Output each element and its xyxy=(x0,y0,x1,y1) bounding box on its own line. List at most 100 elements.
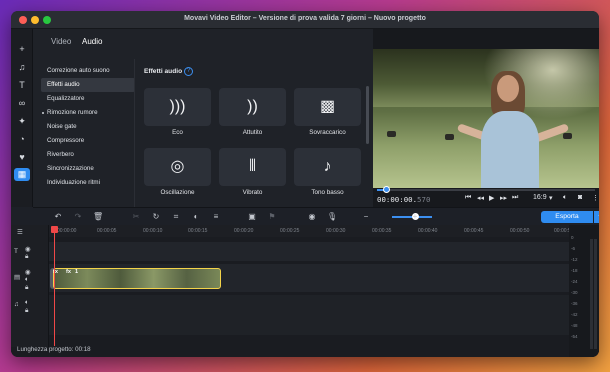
ruler-tick: 00:00:50 xyxy=(510,228,530,234)
text-icon[interactable]: T xyxy=(14,79,30,92)
effect-tile-oscillazione[interactable]: ◎ xyxy=(144,148,211,186)
playhead[interactable] xyxy=(54,228,55,346)
timecode: 00:00:00.570 xyxy=(377,195,430,204)
meter-label: -18 xyxy=(571,268,578,273)
edit-toolbar: ↶ ↷ 🗑︎ ✂ ↻ ⌗ ◐ ≡ ▣ ⚑ ◉ 🎙︎ − + Esporta ▾ xyxy=(33,207,599,225)
text-track[interactable] xyxy=(49,242,569,261)
ruler-tick: 00:00:00 xyxy=(57,228,77,234)
effect-tile-attutito[interactable]: )) xyxy=(219,88,286,126)
ruler-tick: 00:00:45 xyxy=(464,228,484,234)
cut-icon[interactable]: ✂ xyxy=(131,212,141,221)
time-ruler[interactable]: 00:00:00 00:00:05 00:00:10 00:00:15 00:0… xyxy=(49,225,573,237)
undo-icon[interactable]: ↶ xyxy=(53,212,63,221)
help-icon[interactable]: ? xyxy=(184,67,193,76)
progress-knob[interactable] xyxy=(382,186,390,193)
category-list: Correzione auto suono Effetti audio Equa… xyxy=(41,64,135,190)
category-item[interactable]: Individuazione ritmi xyxy=(41,176,135,190)
microphone-icon[interactable]: 🎙︎ xyxy=(327,212,337,221)
category-item[interactable]: Sincronizzazione xyxy=(41,162,135,176)
video-clip-selected[interactable] xyxy=(53,268,221,289)
eye-icon[interactable]: ◉ xyxy=(25,245,31,253)
ruler-tick: 00:00:40 xyxy=(418,228,438,234)
effects-title: Effetti audio xyxy=(144,68,183,75)
lock-icon[interactable]: 🔒︎ xyxy=(25,284,28,292)
effects-icon[interactable]: ✦ xyxy=(14,115,30,128)
text-track-icon: T xyxy=(14,248,18,255)
aspect-ratio-select[interactable]: 16:9 xyxy=(533,194,547,201)
effect-label: Eco xyxy=(172,129,183,136)
step-forward-icon[interactable]: ▸▸ xyxy=(500,194,507,202)
redo-icon[interactable]: ↷ xyxy=(73,212,83,221)
left-toolbar: + ♫ T ∞ ✦ ◔ ♥ ▦ xyxy=(11,29,33,207)
vibrato-icon: ⦀ xyxy=(248,158,257,175)
category-label: Effetti audio xyxy=(47,81,80,88)
rotate-icon[interactable]: ↻ xyxy=(151,212,161,221)
skip-start-icon[interactable]: ⏮ xyxy=(465,194,471,202)
category-item[interactable]: Effetti audio xyxy=(41,78,135,92)
low-tone-icon: ♪ xyxy=(323,158,332,175)
oscillation-icon: ◎ xyxy=(170,158,185,175)
track-settings-icon[interactable]: ☰ xyxy=(17,228,23,236)
lock-icon[interactable]: 🔒︎ xyxy=(25,307,28,315)
effect-tile-tono-basso[interactable]: ♪ xyxy=(294,148,361,186)
clip-properties-icon[interactable]: ≡ xyxy=(211,212,221,221)
category-item[interactable]: Correzione auto suono xyxy=(41,64,135,78)
effect-label: Attutito xyxy=(242,129,263,136)
category-item[interactable]: Equalizzatore xyxy=(41,92,135,106)
video-preview[interactable] xyxy=(373,49,599,188)
transition-icon[interactable]: ∞ xyxy=(14,97,30,110)
zoom-out-icon[interactable]: − xyxy=(361,212,371,221)
category-label: Correzione auto suono xyxy=(47,67,110,74)
playback-progress[interactable] xyxy=(377,186,595,193)
snapshot-icon[interactable]: ◙ xyxy=(578,194,582,201)
speaker-icon[interactable]: 🔈︎ xyxy=(25,276,29,284)
color-adjust-icon[interactable]: ◐ xyxy=(191,212,201,221)
dot-icon xyxy=(42,112,44,114)
category-item[interactable]: Compressore xyxy=(41,134,135,148)
speaker-icon[interactable]: 🔈︎ xyxy=(25,299,29,307)
volume-icon[interactable]: 🔈︎ xyxy=(563,194,567,202)
audio-track[interactable] xyxy=(49,295,569,335)
plus-icon[interactable]: + xyxy=(14,43,30,56)
lock-icon[interactable]: 🔒︎ xyxy=(25,253,28,261)
preview-panel: 00:00:00.570 ⏮ ◂◂ ▶ ▸▸ ⏭ 16:9 ▾ 🔈︎ ◙ ⋮ xyxy=(373,29,599,207)
marker-icon[interactable]: ⚑ xyxy=(267,212,277,221)
tab-audio[interactable]: Audio xyxy=(82,37,102,46)
effect-tile-sovraccarico[interactable]: ▩ xyxy=(294,88,361,126)
overdrive-icon: ▩ xyxy=(319,98,336,115)
crop-icon[interactable]: ⌗ xyxy=(171,212,181,222)
step-back-icon[interactable]: ◂◂ xyxy=(477,194,484,202)
category-item[interactable]: Rimozione rumore xyxy=(41,106,135,120)
play-icon[interactable]: ▶ xyxy=(489,194,494,202)
ruler-tick: 00:00:30 xyxy=(326,228,346,234)
zoom-in-icon[interactable]: + xyxy=(410,212,420,221)
category-item[interactable]: Riverbero xyxy=(41,148,135,162)
eye-icon[interactable]: ◉ xyxy=(25,268,31,276)
effect-tile-vibrato[interactable]: ⦀ xyxy=(219,148,286,186)
audio-track-icon: ♫ xyxy=(14,301,19,308)
clock-icon[interactable]: ◔ xyxy=(14,133,30,146)
ruler-tick: 00:00:25 xyxy=(280,228,300,234)
ruler-tick: 00:00:15 xyxy=(188,228,208,234)
export-menu-button[interactable]: ▾ xyxy=(594,211,599,223)
effect-tile-eco[interactable]: ))) xyxy=(144,88,211,126)
skip-end-icon[interactable]: ⏭ xyxy=(512,194,518,202)
delete-icon[interactable]: 🗑︎ xyxy=(93,212,103,221)
category-item[interactable]: Noise gate xyxy=(41,120,135,134)
sticker-icon[interactable]: ♥ xyxy=(14,151,30,164)
meter-label: -42 xyxy=(571,312,578,317)
audio-effects-icon[interactable]: ▦ xyxy=(14,168,30,181)
music-icon[interactable]: ♫ xyxy=(14,61,30,74)
effect-label: Vibrato xyxy=(242,189,263,196)
ruler-tick: 00:00:20 xyxy=(234,228,254,234)
overlay-icon[interactable]: ▣ xyxy=(247,212,257,221)
category-label: Sincronizzazione xyxy=(47,165,94,172)
meter-bar-left xyxy=(590,239,593,349)
ruler-tick: 00:00:10 xyxy=(143,228,163,234)
stabilize-icon[interactable]: ◉ xyxy=(307,212,317,221)
panel-scrollbar[interactable] xyxy=(366,86,369,144)
more-icon[interactable]: ⋮ xyxy=(592,194,599,202)
tab-video[interactable]: Video xyxy=(51,37,71,46)
category-label: Rimozione rumore xyxy=(47,109,98,116)
export-button[interactable]: Esporta xyxy=(541,211,593,223)
